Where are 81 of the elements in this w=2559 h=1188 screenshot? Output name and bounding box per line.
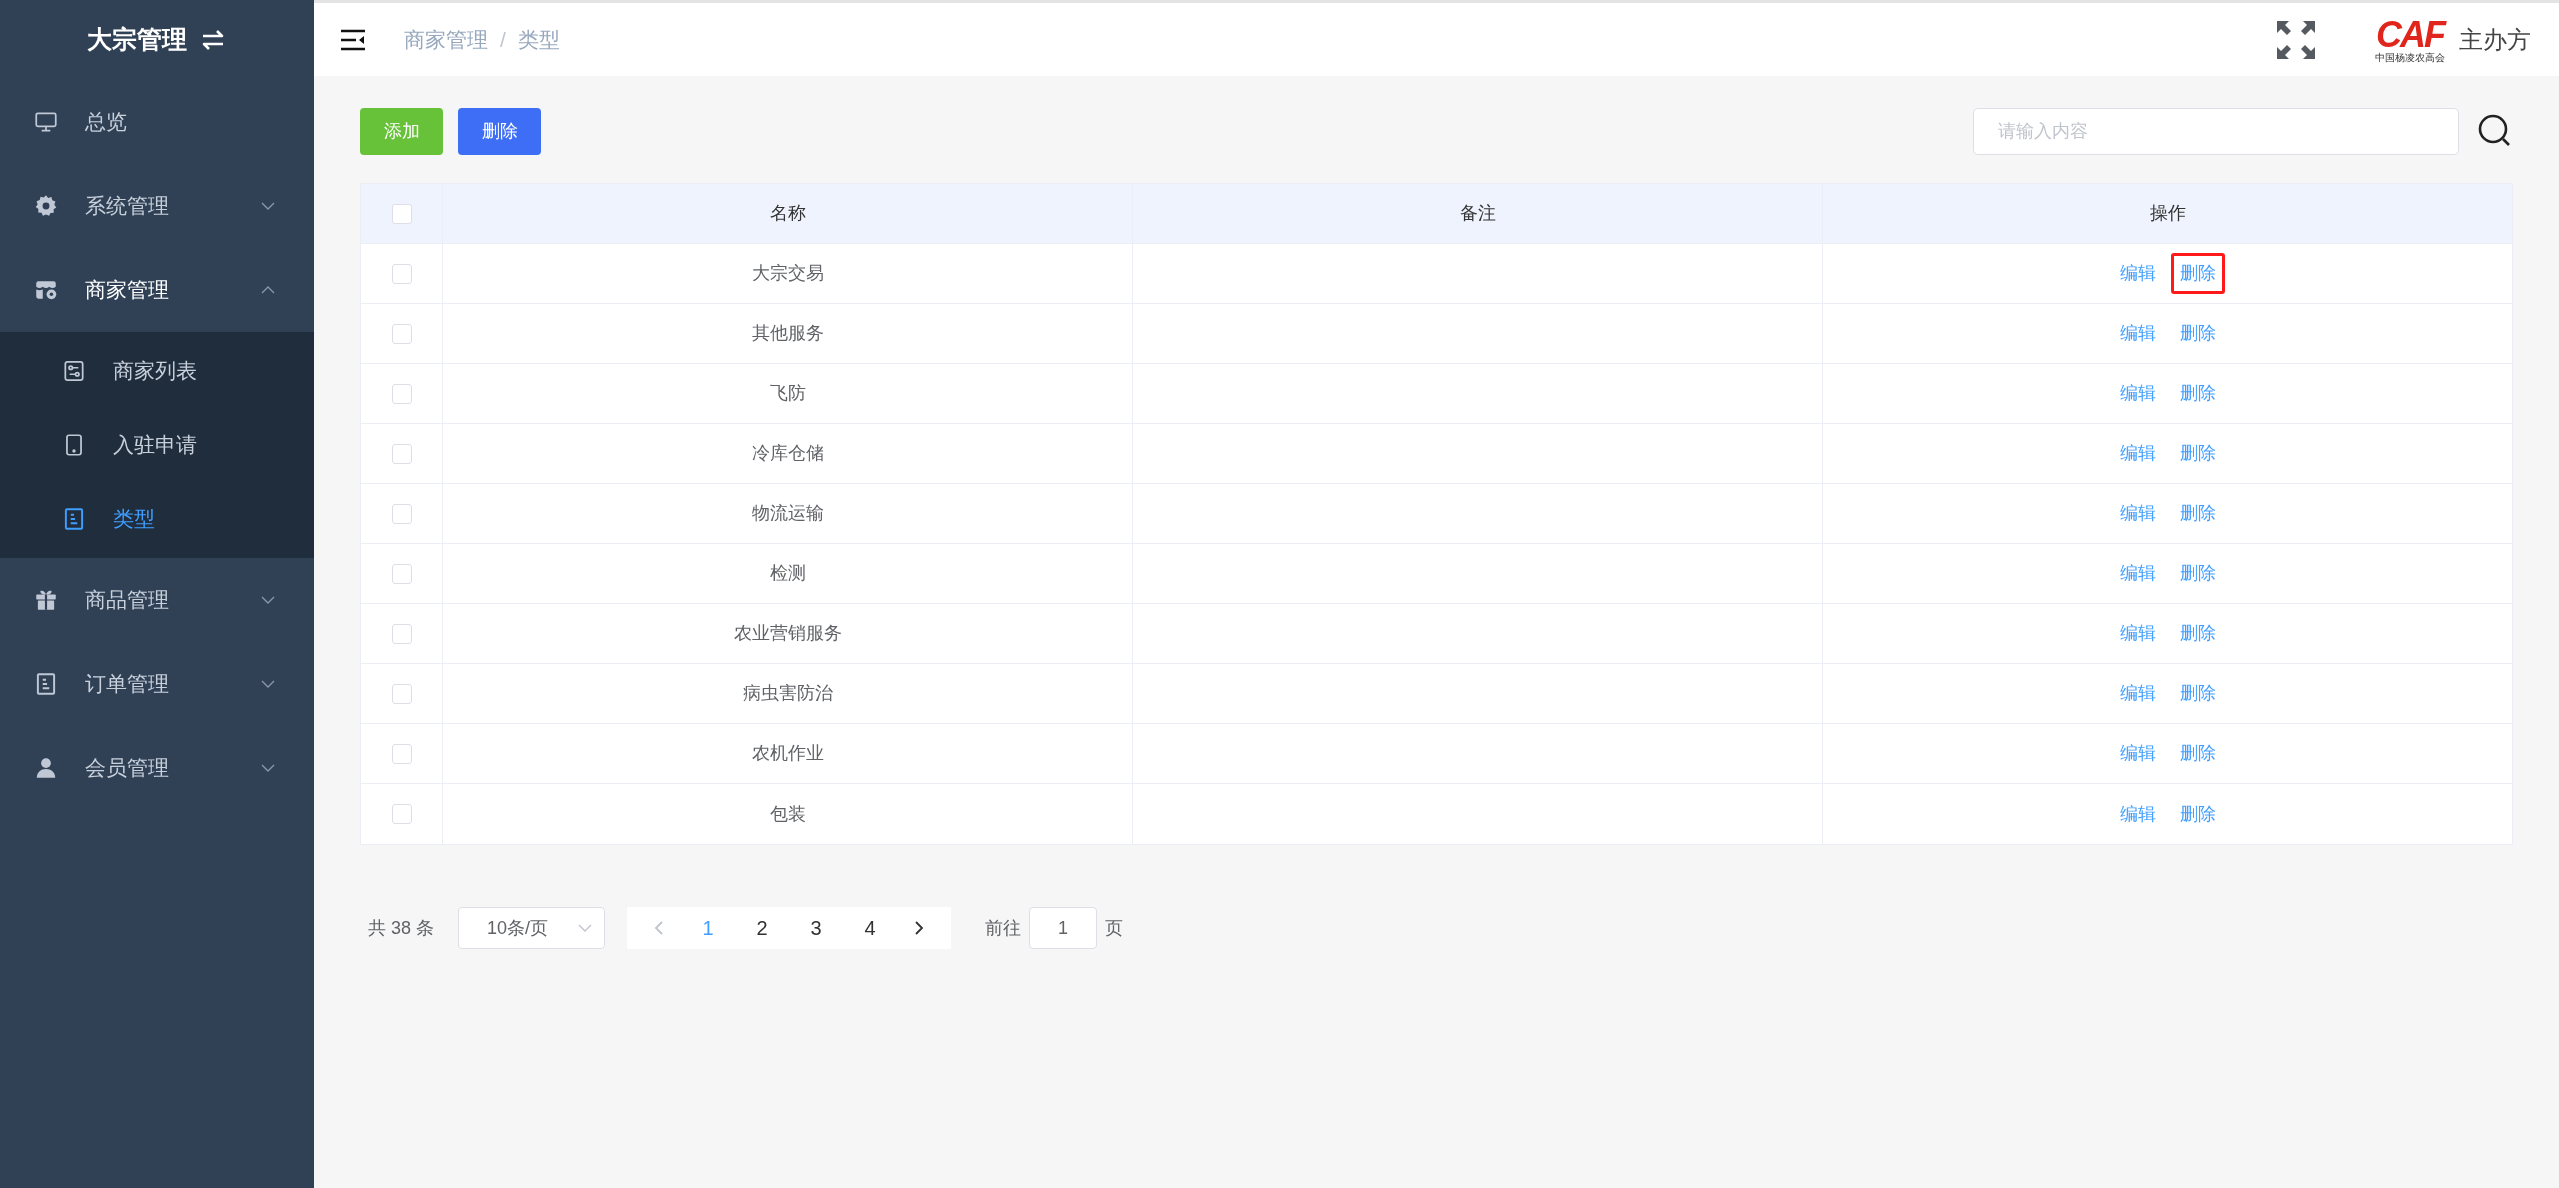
edit-link[interactable]: 编辑 (2110, 433, 2165, 474)
breadcrumb-item[interactable]: 商家管理 (404, 23, 488, 56)
edit-link[interactable]: 编辑 (2110, 553, 2165, 594)
list-settings-icon (61, 358, 87, 384)
chevron-down-icon (260, 679, 276, 689)
edit-link[interactable]: 编辑 (2110, 673, 2165, 714)
table-cell-text: 检测 (769, 562, 806, 585)
table-cell-text: 农机作业 (751, 742, 824, 765)
delete-link[interactable]: 删除 (2170, 373, 2225, 414)
delete-link[interactable]: 删除 (2170, 733, 2225, 774)
sidebar-menu-item[interactable]: 会员管理 (0, 726, 314, 810)
edit-link[interactable]: 编辑 (2110, 373, 2165, 414)
breadcrumb-separator: / (500, 26, 506, 53)
delete-link[interactable]: 删除 (2170, 493, 2225, 534)
chevron-down-icon (260, 763, 276, 773)
organizer-label: 主办方 (2459, 24, 2531, 55)
sidebar-menu-item[interactable]: 订单管理 (0, 642, 314, 726)
sidebar-title: 大宗管理 (87, 24, 187, 57)
goto-page-field[interactable]: 1 (1029, 907, 1098, 949)
checkbox[interactable] (391, 503, 412, 524)
page-number[interactable]: 4 (845, 913, 896, 943)
menu-collapse-icon[interactable] (340, 28, 366, 51)
chevron-down-icon (260, 595, 276, 605)
search-field[interactable]: 请输入内容 (1973, 107, 2459, 155)
sidebar-menu-item[interactable]: 商家管理 (0, 248, 314, 332)
checkbox[interactable] (391, 804, 412, 824)
delete-link[interactable]: 删除 (2170, 793, 2225, 835)
checkbox[interactable] (391, 563, 412, 584)
page-size-select[interactable]: 10条/页 (458, 907, 606, 949)
page-suffix: 页 (1105, 916, 1124, 940)
page-number[interactable]: 1 (683, 913, 734, 943)
checkbox[interactable] (391, 623, 412, 644)
edit-link[interactable]: 编辑 (2110, 253, 2165, 294)
chevron-down-icon (260, 201, 276, 211)
add-button[interactable]: 添加 (360, 107, 443, 155)
total-count: 共 38 条 (368, 916, 435, 940)
delete-link[interactable]: 删除 (2170, 253, 2225, 294)
checkbox[interactable] (391, 203, 412, 224)
table-cell-text: 飞防 (769, 382, 806, 405)
delete-button[interactable]: 删除 (458, 107, 541, 155)
table-cell-text: 病虫害防治 (742, 682, 833, 705)
table-cell-text: 包装 (769, 802, 806, 826)
column-header: 名称 (769, 202, 806, 225)
delete-link[interactable]: 删除 (2170, 613, 2225, 654)
checkbox[interactable] (391, 683, 412, 704)
delete-link[interactable]: 删除 (2170, 313, 2225, 354)
sidebar-menu-item[interactable]: 商品管理 (0, 558, 314, 642)
edit-link[interactable]: 编辑 (2110, 493, 2165, 534)
checkbox[interactable] (391, 443, 412, 464)
checkbox[interactable] (391, 743, 412, 764)
caf-logo: CAF 中国杨凌农高会 (2375, 16, 2445, 63)
column-header: 备注 (1459, 202, 1496, 225)
monitor-icon (33, 109, 59, 135)
sidebar-menu-item[interactable]: 总览 (0, 80, 314, 164)
fullscreen-icon[interactable] (2275, 18, 2317, 61)
table-cell-text: 物流运输 (751, 502, 824, 525)
edit-link[interactable]: 编辑 (2110, 313, 2165, 354)
checkbox[interactable] (391, 263, 412, 284)
checkbox[interactable] (391, 383, 412, 404)
table-cell-text: 大宗交易 (751, 262, 824, 285)
chevron-down-icon (578, 923, 593, 933)
edit-link[interactable]: 编辑 (2110, 793, 2165, 835)
table-cell-text: 农业营销服务 (733, 622, 842, 645)
breadcrumb-item: 类型 (517, 26, 560, 53)
column-header: 操作 (2149, 202, 2186, 225)
table-cell-text: 冷库仓储 (751, 442, 824, 465)
delete-link[interactable]: 删除 (2170, 553, 2225, 594)
submenu-item[interactable]: 类型 (0, 482, 314, 556)
goto-label: 前往 (985, 916, 1022, 940)
submenu-item[interactable]: 入驻申请 (0, 408, 314, 482)
page-number[interactable]: 3 (791, 913, 842, 943)
page-number[interactable]: 2 (737, 913, 788, 943)
delete-link[interactable]: 删除 (2170, 673, 2225, 714)
checkbox[interactable] (391, 323, 412, 344)
edit-link[interactable]: 编辑 (2110, 733, 2165, 774)
delete-link[interactable]: 删除 (2170, 433, 2225, 474)
edit-link[interactable]: 编辑 (2110, 613, 2165, 654)
chevron-up-icon (260, 285, 276, 295)
table-cell-text: 其他服务 (751, 322, 824, 345)
submenu-item[interactable]: 商家列表 (0, 334, 314, 408)
sidebar-menu-item[interactable]: 系统管理 (0, 164, 314, 248)
